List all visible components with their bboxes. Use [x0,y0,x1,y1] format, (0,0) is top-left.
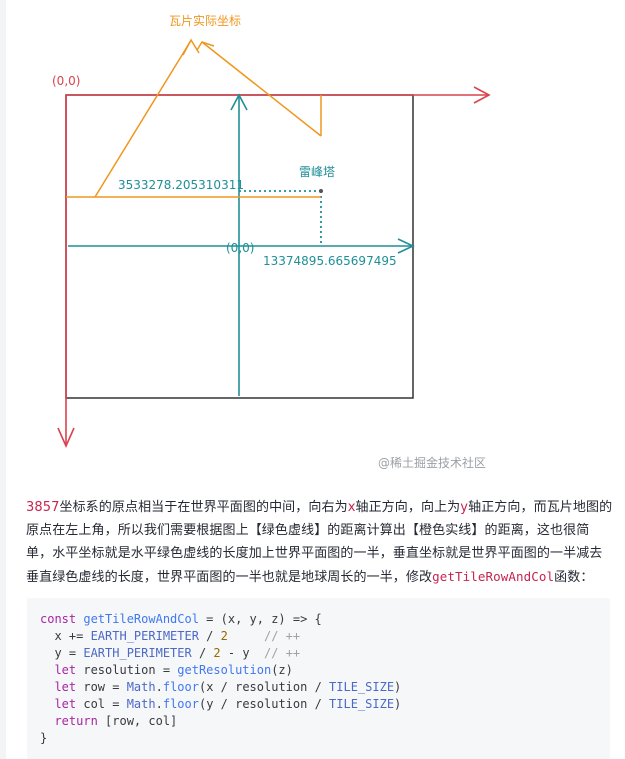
code-token: EARTH_PERIMETER [90,629,199,643]
code-comment: // ++ [264,646,301,660]
code-comment: // ++ [227,629,301,643]
code-token: (y / resolution / [198,697,330,711]
landmark-point [319,189,323,193]
code-token: getTileRowAndCol [83,612,199,626]
code-token: TILE_SIZE [329,697,395,711]
code-token: ) [394,680,402,694]
inline-code-function: getTileRowAndCol [432,569,555,584]
code-token: (z) [271,663,293,677]
code-token: const [40,612,77,626]
code-token: 2 [213,646,221,660]
code-token: . [155,697,163,711]
code-content: const getTileRowAndCol = (x, y, z) => { … [27,598,610,747]
code-token: floor [162,680,199,694]
diagram-svg: 瓦片实际坐标 (0,0) (0,0) 雷峰塔 3533278.205310311… [52,13,491,470]
code-token: col = [76,697,127,711]
tile-coord-label: 瓦片实际坐标 [169,13,241,28]
code-token: let [40,663,77,677]
code-block: const getTileRowAndCol = (x, y, z) => { … [27,598,610,759]
landmark-label: 雷峰塔 [299,165,335,179]
center-origin-label: (0,0) [226,241,254,255]
code-token: [row, col] [97,714,178,728]
code-token: x += [40,629,91,643]
code-token: (x / resolution / [198,680,330,694]
coordinate-diagram: 瓦片实际坐标 (0,0) (0,0) 雷峰塔 3533278.205310311… [0,0,625,490]
code-token: resolution = [76,663,178,677]
code-token: TILE_SIZE [329,680,395,694]
code-token: floor [162,697,199,711]
code-token: y = [40,646,84,660]
code-token: / [198,629,221,643]
explanation-paragraph: 3857坐标系的原点相当于在世界平面图的中间，向右为x轴正方向，向上为y轴正方向… [26,496,614,589]
text-segment: 函数： [554,570,594,585]
text-segment: 坐标系的原点相当于在世界平面图的中间，向右为 [59,500,348,515]
callout-line-left [94,41,191,198]
code-token: EARTH_PERIMETER [83,646,192,660]
y-distance-value: 3533278.205310311 [118,178,244,192]
callout-line-right [201,41,322,137]
watermark: @稀土掘金技术社区 [378,455,486,470]
code-token: row = [76,680,127,694]
code-token: } [40,731,48,745]
code-token: getResolution [177,663,272,677]
tile-origin-label: (0,0) [52,74,80,88]
code-token: = (x, y, z) => { [198,612,322,626]
code-token: 2 [220,629,228,643]
code-token: let [40,680,77,694]
callout-arrowhead-left [182,38,200,56]
x-distance-value: 13374895.665697495 [263,254,397,268]
code-token: ) [394,697,402,711]
code-token: Math [126,680,156,694]
code-token: / [191,646,214,660]
text-segment: 轴正方向，向上为 [355,500,461,515]
epsg-code: 3857 [26,500,60,515]
code-token: . [155,680,163,694]
code-token: Math [126,697,156,711]
code-token: - y [220,646,265,660]
code-token: let [40,697,77,711]
y-axis-mark: y [460,500,469,515]
code-token: return [40,714,98,728]
